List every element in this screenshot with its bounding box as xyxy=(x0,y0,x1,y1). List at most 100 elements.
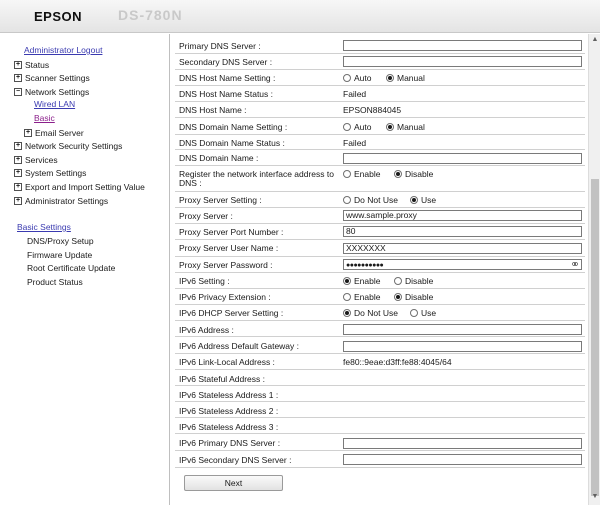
sidebar-item-label: Export and Import Setting Value xyxy=(25,182,145,192)
ipv6-address-input[interactable] xyxy=(343,324,582,335)
dns-domain-name-input[interactable] xyxy=(343,153,582,164)
primary-dns-server-input[interactable] xyxy=(343,40,582,51)
form-row: IPv6 Link-Local Address : fe80::9eae:d3f… xyxy=(175,354,585,370)
dns-host-name-auto-radio[interactable]: Auto xyxy=(343,73,372,83)
expand-icon[interactable]: + xyxy=(14,142,22,150)
ipv6-privacy-enable-radio[interactable]: Enable xyxy=(343,292,380,302)
proxy-use-radio[interactable]: Use xyxy=(410,195,436,205)
ipv6-secondary-dns-input[interactable] xyxy=(343,454,582,465)
model-name: DS-780N xyxy=(118,7,183,23)
secondary-dns-server-input[interactable] xyxy=(343,56,582,67)
form-row: DNS Host Name Setting : Auto Manual xyxy=(175,70,585,86)
dns-domain-name-auto-radio[interactable]: Auto xyxy=(343,122,372,132)
form-row: IPv6 Stateful Address : xyxy=(175,370,585,386)
show-password-icon[interactable] xyxy=(572,261,578,267)
expand-icon[interactable]: + xyxy=(14,61,22,69)
app-header: EPSON DS-780N xyxy=(0,0,600,33)
ipv6-dhcp-use-radio[interactable]: Use xyxy=(410,308,436,318)
expand-icon[interactable]: + xyxy=(24,129,32,137)
sidebar-item-status[interactable]: + Status xyxy=(14,59,49,71)
field-label: DNS Domain Name Status : xyxy=(179,138,285,148)
sidebar-item-wired-lan[interactable]: Wired LAN xyxy=(34,99,75,109)
basic-settings-heading-link[interactable]: Basic Settings xyxy=(17,222,71,232)
sidebar-item-export-import[interactable]: + Export and Import Setting Value xyxy=(14,181,145,193)
expand-icon[interactable]: + xyxy=(14,169,22,177)
proxy-password-input[interactable]: ●●●●●●●●●● xyxy=(343,259,582,270)
field-label: Proxy Server Port Number : xyxy=(179,227,284,237)
settings-form: Primary DNS Server : Secondary DNS Serve… xyxy=(171,34,588,505)
form-row: IPv6 Stateless Address 1 : xyxy=(175,386,585,402)
proxy-do-not-use-radio[interactable]: Do Not Use xyxy=(343,195,398,205)
form-row: Secondary DNS Server : xyxy=(175,54,585,70)
ipv6-primary-dns-input[interactable] xyxy=(343,438,582,449)
dns-proxy-setup-link[interactable]: DNS/Proxy Setup xyxy=(27,236,94,246)
product-status-link[interactable]: Product Status xyxy=(27,277,83,287)
form-row: Register the network interface address t… xyxy=(175,166,585,192)
next-button[interactable]: Next xyxy=(184,475,283,491)
root-certificate-update-link[interactable]: Root Certificate Update xyxy=(27,263,115,273)
form-row: DNS Domain Name Status : Failed xyxy=(175,135,585,150)
sidebar-item-basic[interactable]: Basic xyxy=(34,113,55,123)
field-label: Proxy Server Setting : xyxy=(179,195,262,205)
field-label: IPv6 Secondary DNS Server : xyxy=(179,455,292,465)
field-label: IPv6 Stateless Address 1 : xyxy=(179,390,279,400)
ipv6-dhcp-do-not-use-radio[interactable]: Do Not Use xyxy=(343,308,398,318)
field-label-continued: DNS : xyxy=(179,178,202,188)
dns-domain-name-manual-radio[interactable]: Manual xyxy=(386,122,425,132)
field-label: Primary DNS Server : xyxy=(179,41,261,51)
scrollbar-thumb[interactable] xyxy=(591,179,599,496)
sidebar-item-scanner-settings[interactable]: + Scanner Settings xyxy=(14,72,90,84)
form-row: DNS Host Name Status : Failed xyxy=(175,86,585,102)
scroll-up-arrow-icon[interactable]: ▲ xyxy=(591,36,599,44)
field-label: DNS Host Name Status : xyxy=(179,89,274,99)
sidebar: Administrator Logout + Status + Scanner … xyxy=(0,34,170,505)
sidebar-item-services[interactable]: + Services xyxy=(14,154,58,166)
ipv6-privacy-disable-radio[interactable]: Disable xyxy=(394,292,433,302)
sidebar-item-label: Network Security Settings xyxy=(25,141,123,151)
firmware-update-link[interactable]: Firmware Update xyxy=(27,250,92,260)
dns-host-name-value: EPSON884045 xyxy=(343,105,402,115)
form-row: IPv6 Primary DNS Server : xyxy=(175,434,585,451)
proxy-user-name-input[interactable]: XXXXXXX xyxy=(343,243,582,254)
collapse-icon[interactable]: − xyxy=(14,88,22,96)
proxy-server-input[interactable]: www.sample.proxy xyxy=(343,210,582,221)
form-row: IPv6 Stateless Address 3 : xyxy=(175,418,585,434)
sidebar-item-administrator-settings[interactable]: + Administrator Settings xyxy=(14,195,108,207)
field-label: Secondary DNS Server : xyxy=(179,57,273,67)
field-label: IPv6 Stateful Address : xyxy=(179,374,265,384)
sidebar-item-label: Services xyxy=(25,155,58,165)
proxy-port-input[interactable]: 80 xyxy=(343,226,582,237)
expand-icon[interactable]: + xyxy=(14,183,22,191)
sidebar-item-network-settings[interactable]: − Network Settings xyxy=(14,86,89,98)
sidebar-item-system-settings[interactable]: + System Settings xyxy=(14,167,86,179)
form-row: IPv6 DHCP Server Setting : Do Not Use Us… xyxy=(175,305,585,321)
field-label: DNS Domain Name Setting : xyxy=(179,122,288,132)
dns-host-name-manual-radio[interactable]: Manual xyxy=(386,73,425,83)
sidebar-item-network-security-settings[interactable]: + Network Security Settings xyxy=(14,140,122,152)
sidebar-item-label: Network Settings xyxy=(25,87,90,97)
register-dns-enable-radio[interactable]: Enable xyxy=(343,169,380,179)
form-row: Proxy Server User Name : XXXXXXX xyxy=(175,240,585,257)
scroll-down-arrow-icon[interactable]: ▼ xyxy=(591,493,599,501)
form-row: IPv6 Secondary DNS Server : xyxy=(175,451,585,468)
sidebar-item-label: System Settings xyxy=(25,168,87,178)
expand-icon[interactable]: + xyxy=(14,156,22,164)
form-row: DNS Host Name : EPSON884045 xyxy=(175,102,585,118)
field-label: Proxy Server : xyxy=(179,211,233,221)
ipv6-default-gateway-input[interactable] xyxy=(343,341,582,352)
dns-host-name-status-value: Failed xyxy=(343,89,367,99)
ipv6-disable-radio[interactable]: Disable xyxy=(394,276,433,286)
form-row: IPv6 Address : xyxy=(175,321,585,337)
register-dns-disable-radio[interactable]: Disable xyxy=(394,169,433,179)
expand-icon[interactable]: + xyxy=(14,197,22,205)
expand-icon[interactable]: + xyxy=(14,74,22,82)
form-row: IPv6 Setting : Enable Disable xyxy=(175,273,585,289)
sidebar-item-label: Email Server xyxy=(35,128,84,138)
form-row: Proxy Server Setting : Do Not Use Use xyxy=(175,192,585,208)
field-label: IPv6 Primary DNS Server : xyxy=(179,438,281,448)
ipv6-enable-radio[interactable]: Enable xyxy=(343,276,380,286)
field-label: DNS Host Name Setting : xyxy=(179,73,276,83)
sidebar-item-email-server[interactable]: + Email Server xyxy=(24,127,84,139)
administrator-logout-link[interactable]: Administrator Logout xyxy=(24,45,102,55)
vertical-scrollbar[interactable]: ▲ ▼ xyxy=(588,34,600,505)
